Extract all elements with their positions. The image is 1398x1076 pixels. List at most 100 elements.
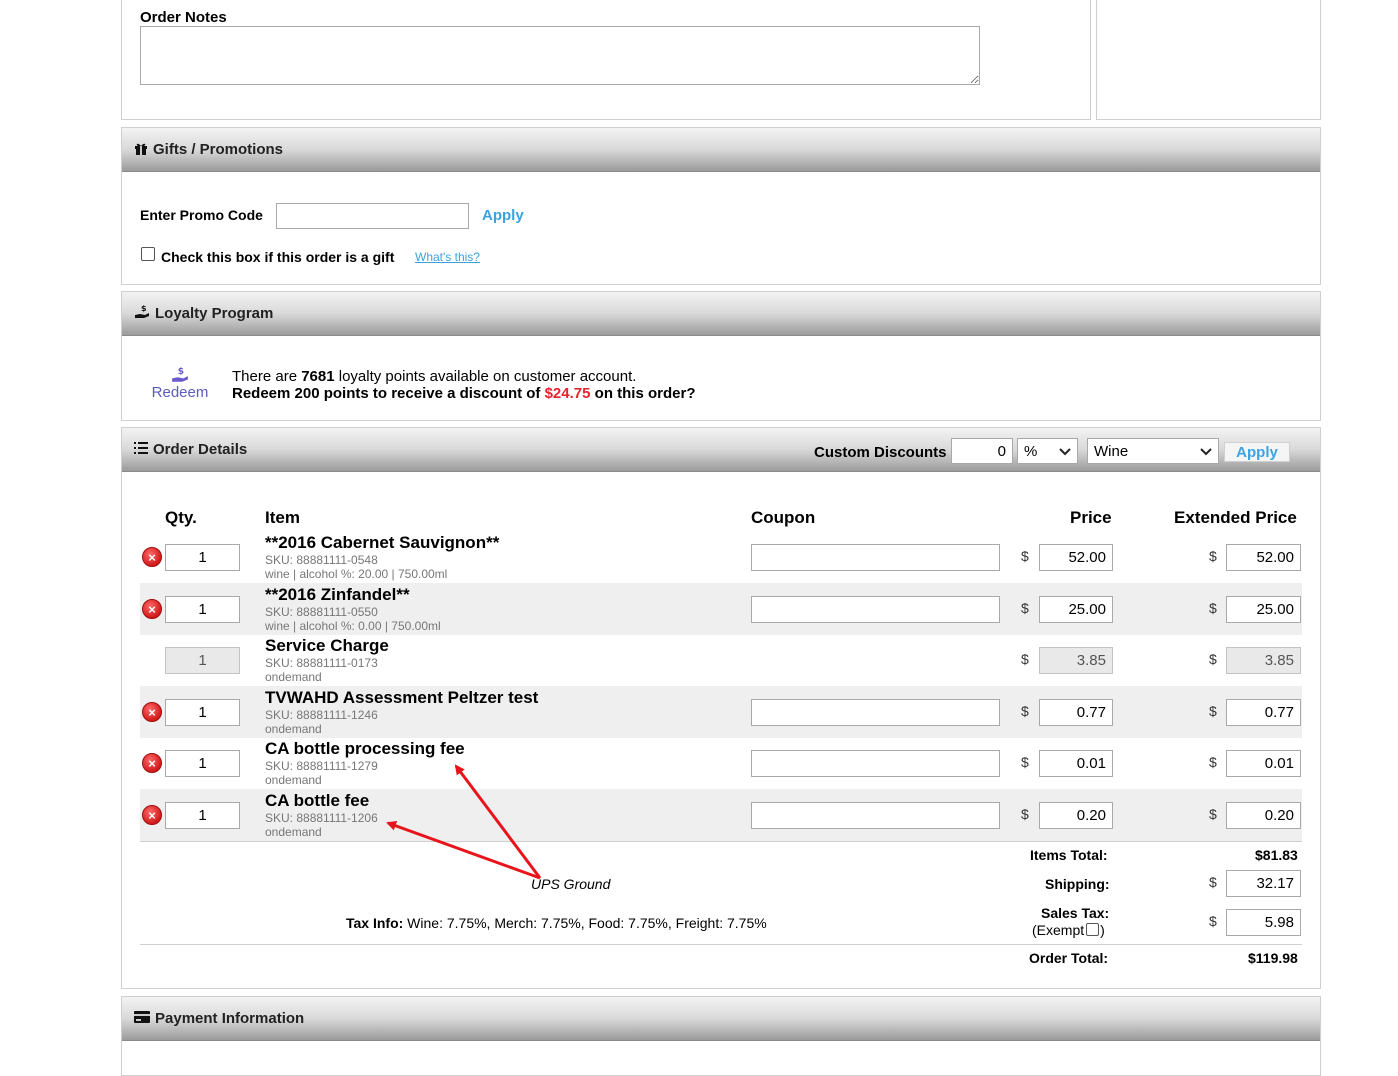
col-header-qty: Qty. [165,508,197,527]
loyalty-panel: $ Loyalty Program $ Redeem There are 768… [121,291,1321,421]
items-divider [140,841,1302,842]
coupon-input[interactable] [751,750,1000,777]
order-notes-panel: Order Notes [121,0,1091,120]
item-meta: ondemand [265,773,322,787]
extended-currency: $ [1209,754,1217,770]
redeem-button[interactable]: $ Redeem [150,366,210,402]
shipping-method: UPS Ground [531,876,611,892]
coupon-input[interactable] [751,699,1000,726]
item-sku: SKU: 88881111-0550 [265,605,378,619]
hand-coin-icon: $ [134,304,150,324]
order-notes-label: Order Notes [140,9,227,26]
exempt-close: ) [1100,922,1105,938]
gifts-panel: Gifts / Promotions Enter Promo Code Appl… [121,127,1321,285]
item-meta: ondemand [265,670,322,684]
shipping-input[interactable] [1226,870,1301,897]
items-total-label: Items Total: [1030,847,1108,863]
price-input[interactable] [1039,596,1113,623]
tax-info: Tax Info: Wine: 7.75%, Merch: 7.75%, Foo… [346,915,767,931]
loyalty-redeem-line: Redeem 200 points to receive a discount … [232,385,695,402]
item-sku: SKU: 88881111-1279 [265,759,378,773]
payment-panel-title: Payment Information [155,1010,305,1027]
price-currency: $ [1021,600,1029,616]
qty-input [165,647,240,674]
order-details-title: Order Details [153,441,248,458]
item-name: TVWAHD Assessment Peltzer test [265,688,539,707]
remove-item-icon[interactable]: × [142,702,162,722]
loyalty-line1-pre: There are [232,368,302,385]
discount-type-value: % [1024,442,1038,460]
chevron-down-icon [1200,443,1212,460]
price-input[interactable] [1039,750,1113,777]
order-notes-textarea[interactable] [140,26,980,85]
remove-item-icon[interactable]: × [142,599,162,619]
discount-category-select[interactable]: Wine [1087,438,1219,464]
item-name: CA bottle fee [265,791,370,810]
price-currency: $ [1021,548,1029,564]
remove-item-icon[interactable]: × [142,805,162,825]
extended-price-input[interactable] [1226,596,1301,623]
promo-code-input[interactable] [276,203,469,229]
extended-currency: $ [1209,806,1217,822]
tax-info-text: Wine: 7.75%, Merch: 7.75%, Food: 7.75%, … [403,915,767,931]
list-icon [134,441,148,458]
price-input [1039,647,1113,674]
coupon-input[interactable] [751,544,1000,571]
qty-input[interactable] [165,750,240,777]
chevron-down-icon [1059,443,1071,460]
loyalty-panel-title: Loyalty Program [155,305,274,322]
custom-discount-value-input[interactable] [951,438,1013,464]
gifts-panel-header: Gifts / Promotions [122,128,1320,172]
qty-input[interactable] [165,596,240,623]
qty-input[interactable] [165,699,240,726]
tax-info-label: Tax Info: [346,915,404,931]
exempt-open: (Exempt [1032,922,1085,938]
remove-item-icon[interactable]: × [142,753,162,773]
extended-price-input[interactable] [1226,750,1301,777]
whats-this-link[interactable]: What's this? [415,250,480,264]
col-header-coupon: Coupon [751,508,816,527]
extended-currency: $ [1209,703,1217,719]
price-input[interactable] [1039,802,1113,829]
item-sku: SKU: 88881111-0173 [265,656,378,670]
loyalty-line1-post: loyalty points available on customer acc… [334,368,637,385]
price-input[interactable] [1039,699,1113,726]
payment-panel: Payment Information [121,996,1321,1076]
extended-price-input[interactable] [1226,544,1301,571]
gift-checkbox[interactable] [141,247,155,261]
qty-input[interactable] [165,544,240,571]
discount-type-select[interactable]: % [1017,438,1078,464]
extended-currency: $ [1209,600,1217,616]
item-name: **2016 Cabernet Sauvignon** [265,533,500,552]
price-currency: $ [1021,651,1029,667]
sales-tax-input[interactable] [1226,909,1301,936]
order-total-value: $119.98 [1248,950,1298,966]
loyalty-line2-post: on this order? [590,385,696,402]
discount-category-value: Wine [1094,442,1129,460]
coupon-input[interactable] [751,596,1000,623]
item-sku: SKU: 88881111-1206 [265,811,378,825]
item-sku: SKU: 88881111-0548 [265,553,378,567]
qty-input[interactable] [165,802,240,829]
item-meta: ondemand [265,825,322,839]
payment-panel-header: Payment Information [122,997,1320,1041]
exempt-checkbox[interactable] [1086,922,1100,936]
order-total-label: Order Total: [1029,950,1109,966]
custom-discount-apply-button[interactable]: Apply [1224,442,1290,462]
shipping-label: Shipping: [1045,876,1110,892]
svg-text:$: $ [141,304,147,313]
remove-item-icon[interactable]: × [142,547,162,567]
promo-apply-link[interactable]: Apply [482,207,524,224]
sales-tax-label: Sales Tax: [1041,905,1110,921]
exempt-control: (Exempt ) [1032,922,1105,938]
item-name: CA bottle processing fee [265,739,465,758]
credit-card-icon [134,1010,150,1027]
price-input[interactable] [1039,544,1113,571]
coupon-input[interactable] [751,802,1000,829]
extended-price-input[interactable] [1226,802,1301,829]
extended-price-input[interactable] [1226,699,1301,726]
items-total-value: $81.83 [1255,847,1298,863]
price-currency: $ [1021,754,1029,770]
price-currency: $ [1021,703,1029,719]
side-panel [1096,0,1321,120]
